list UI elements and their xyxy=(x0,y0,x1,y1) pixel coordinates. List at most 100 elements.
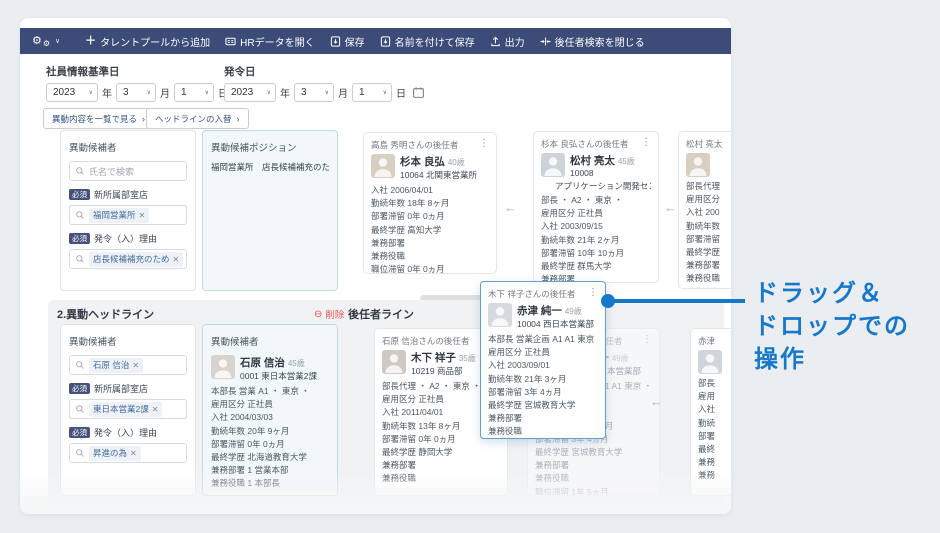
person-summary: 石原 信治 45歳0001 東日本営業2課 xyxy=(211,355,329,382)
save-icon xyxy=(330,36,341,47)
detail-line: 雇用区分 正社員 xyxy=(541,207,651,220)
section-title: 2.異動ヘッドライン xyxy=(57,306,154,322)
tag-label: 福岡営業所 xyxy=(93,209,136,221)
person-summary: 杉本 良弘 40歳10064 北関東営業所 xyxy=(371,154,489,181)
name-search-input[interactable]: 石原 信治✕ xyxy=(69,355,187,375)
detail-line: 入社 2003/09/01 xyxy=(488,359,598,372)
view-transfer-list-button[interactable]: 異動内容を一覧で見る › xyxy=(43,108,154,129)
year-select[interactable]: 2023∨ xyxy=(46,83,98,102)
chevron-down-icon: ∨ xyxy=(147,89,151,96)
dept-search-input[interactable]: 福岡営業所✕ xyxy=(69,205,187,225)
reason-search-input[interactable]: 店長候補補充のため✕ xyxy=(69,249,187,269)
kebab-menu-icon[interactable]: ⋮ xyxy=(641,138,651,148)
year-select[interactable]: 2023∨ xyxy=(224,83,276,102)
gear-icon: ⚙ xyxy=(32,36,42,47)
person-age: 45歳 xyxy=(618,157,635,166)
dept-tag: 東日本営業2課✕ xyxy=(89,402,162,417)
card-owner-label: 石原 信治さんの後任者 xyxy=(382,335,469,347)
tag-label: 東日本営業2課 xyxy=(93,403,149,415)
detail-line: 兼務部署 xyxy=(686,259,731,272)
person-summary: 松村 亮太 45歳10008 xyxy=(541,153,651,178)
detail-line: 勤続年数 xyxy=(686,220,731,233)
app-window: ⚙ ⚙ ∨ ＋ タレントプールから追加 HRデータを開く 保存 名前を付けて保存 xyxy=(20,18,731,514)
arrow-left-icon: ← xyxy=(664,200,677,215)
avatar xyxy=(382,350,406,374)
add-from-talent-pool-button[interactable]: ＋ タレントプールから追加 xyxy=(85,34,210,49)
remove-tag-icon[interactable]: ✕ xyxy=(130,449,137,458)
plus-icon: ＋ xyxy=(85,36,96,47)
remove-tag-icon[interactable]: ✕ xyxy=(139,211,146,220)
day-value: 1 xyxy=(359,87,365,98)
candidate-position-panel: 異動候補ポジション 福岡営業所 店長候補補充のため xyxy=(202,130,338,291)
person-card-sugimoto[interactable]: 高島 秀明さんの後任者⋮杉本 良弘 40歳10064 北関東営業所入社 2006… xyxy=(363,132,497,274)
detail-line: 入社 2003/09/15 xyxy=(541,220,651,233)
save-icon xyxy=(380,36,391,47)
close-successor-search-button[interactable]: 後任者検索を閉じる xyxy=(540,34,645,49)
delete-headline-button[interactable]: ⊖ 削除 xyxy=(314,307,344,321)
issue-date-group: 2023∨ 年 3∨ 月 1∨ 日 xyxy=(224,82,425,102)
detail-line: 勤続 xyxy=(698,417,731,430)
open-hr-data-button[interactable]: HRデータを開く xyxy=(225,34,314,49)
person-age: 45歳 xyxy=(288,359,305,368)
detail-line: 雇用区分 xyxy=(686,193,731,206)
delete-label: 削除 xyxy=(325,307,344,321)
candidate-panel-2: 異動候補者 石原 信治✕ 必須 新所属部室店 東日本営業2課✕ 必須 発令（入）… xyxy=(60,324,196,496)
detail-line: 最終学歴 静岡大学 xyxy=(382,446,500,459)
chevron-right-icon: › xyxy=(142,114,145,124)
save-button[interactable]: 保存 xyxy=(330,34,365,49)
kebab-menu-icon[interactable]: ⋮ xyxy=(588,288,598,298)
field-label: 必須 発令（入）理由 xyxy=(69,232,187,245)
day-select[interactable]: 1∨ xyxy=(174,83,214,102)
unit-label: 年 xyxy=(280,85,290,100)
swap-headline-button[interactable]: ヘッドラインの入替 › xyxy=(146,108,249,129)
name-search-input[interactable]: 氏名で検索 xyxy=(69,161,187,181)
collapse-icon xyxy=(540,36,551,47)
person-card-clipped[interactable]: 松村 亮太部長代理雇用区分入社 200勤続年数部署滞留最終学歴兼務部署兼務役職職… xyxy=(678,131,731,289)
export-icon xyxy=(490,36,501,47)
gear-icon: ⚙ xyxy=(43,40,50,48)
detail-line: 最終学歴 北海道教育大学 xyxy=(211,451,329,464)
person-code: 10219 商品部 xyxy=(411,365,476,377)
detail-line: 兼務 xyxy=(698,456,731,469)
remove-tag-icon[interactable]: ✕ xyxy=(132,361,139,370)
field-label-text: 新所属部室店 xyxy=(94,188,148,201)
chevron-down-icon: ∨ xyxy=(325,89,329,96)
month-select[interactable]: 3∨ xyxy=(294,83,334,102)
unit-label: 月 xyxy=(338,85,348,100)
remove-tag-icon[interactable]: ✕ xyxy=(173,255,180,264)
day-select[interactable]: 1∨ xyxy=(352,83,392,102)
save-as-button[interactable]: 名前を付けて保存 xyxy=(380,34,475,49)
detail-line: 雇用区分 正社員 xyxy=(211,398,329,411)
detail-line: 勤続年数 20年 9ヶ月 xyxy=(211,425,329,438)
person-card-akatsu-dragging[interactable]: 木下 祥子さんの後任者⋮赤津 純一 49歳10004 西日本営業部本部長 営業企… xyxy=(480,281,606,439)
tag-label: 店長候補補充のため xyxy=(93,253,170,265)
unit-label: 月 xyxy=(160,85,170,100)
person-card-clipped[interactable]: 赤津部長雇用入社勤続部署最終兼務兼務 xyxy=(690,328,731,496)
dept-search-input[interactable]: 東日本営業2課✕ xyxy=(69,399,187,419)
person-card-matsumura[interactable]: 杉本 良弘さんの後任者⋮松村 亮太 45歳10008アプリケーション開発センター… xyxy=(533,131,659,283)
reason-search-input[interactable]: 昇進の為✕ xyxy=(69,443,187,463)
export-button[interactable]: 出力 xyxy=(490,34,525,49)
unit-label: 日 xyxy=(396,85,406,100)
kebab-menu-icon[interactable]: ⋮ xyxy=(479,139,489,149)
calendar-icon[interactable] xyxy=(412,86,425,99)
field-label: 必須 新所属部室店 xyxy=(69,382,187,395)
detail-line: 兼務部署 xyxy=(382,459,500,472)
person-age: 49歳 xyxy=(565,307,582,316)
search-icon xyxy=(75,404,85,414)
panel-title: 異動候補者 xyxy=(211,334,329,348)
detail-line: 部長代理 xyxy=(686,180,731,193)
remove-tag-icon[interactable]: ✕ xyxy=(152,405,159,414)
detail-line: 本部長 営業企画 A1 A1 東京 ・ xyxy=(488,333,598,346)
detail-line: 部署滞留 xyxy=(686,233,731,246)
reason-tag: 店長候補補充のため✕ xyxy=(89,252,183,267)
detail-line: 兼務役職 xyxy=(686,272,731,285)
person-summary-ishihara: 石原 信治 45歳0001 東日本営業2課本部長 営業 A1 ・ 東京 ・雇用区… xyxy=(211,355,329,491)
detail-line: 部署滞留 0年 0ヵ月 xyxy=(211,438,329,451)
month-select[interactable]: 3∨ xyxy=(116,83,156,102)
settings-menu-button[interactable]: ⚙ ⚙ ∨ xyxy=(32,35,60,48)
kebab-menu-icon[interactable]: ⋮ xyxy=(642,335,652,345)
person-org: アプリケーション開発センター xyxy=(555,180,651,192)
detail-line: 勤続年数 21年 2ヶ月 xyxy=(541,234,651,247)
detail-line: 入社 xyxy=(698,403,731,416)
